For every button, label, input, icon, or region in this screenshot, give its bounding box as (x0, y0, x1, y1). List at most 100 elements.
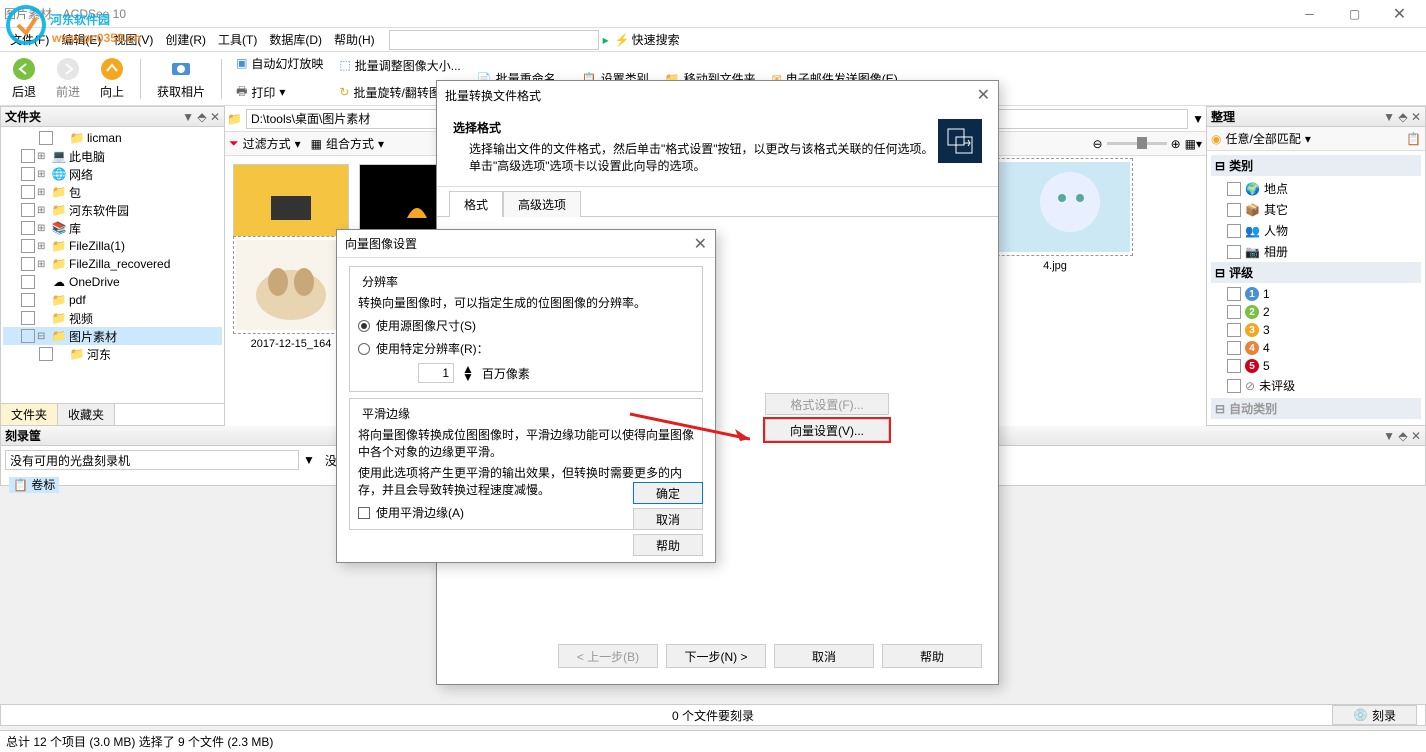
megapixel-input[interactable] (418, 363, 454, 383)
tree-item-11[interactable]: ⊟📁图片素材 (3, 327, 222, 345)
tree-item-7[interactable]: ⊞📁FileZilla_recovered (3, 255, 222, 273)
vector-cancel-button[interactable]: 取消 (633, 508, 703, 530)
cat-unrated[interactable]: ⊘未评级 (1211, 375, 1421, 396)
tree-item-12[interactable]: 📁河东 (3, 345, 222, 363)
burn-label-tag[interactable]: 📋 卷标 (9, 477, 59, 493)
tree-item-6[interactable]: ⊞📁FileZilla(1) (3, 237, 222, 255)
group-mode[interactable]: 组合方式 (326, 135, 374, 152)
format-settings-button: 格式设置(F)... (765, 393, 889, 415)
folder-panel: 文件夹 ▼ ⬘ ✕ 📁licman⊞💻此电脑⊞🌐网络⊞📁包⊞📁河东软件园⊞📚库⊞… (0, 106, 225, 426)
radio-use-specific[interactable]: 使用特定分辨率(R)： (358, 340, 694, 357)
svg-text:河东软件园: 河东软件园 (49, 12, 110, 27)
burn-button[interactable]: 💿刻录 (1332, 705, 1417, 725)
tree-item-9[interactable]: 📁pdf (3, 291, 222, 309)
panel-pin-icon[interactable]: ▼ ⬘ ✕ (182, 110, 220, 124)
menu-search-input[interactable] (389, 30, 599, 50)
batch-wizard-icon (938, 119, 982, 163)
menu-database[interactable]: 数据库(D) (263, 31, 328, 48)
batch-dialog-title: 批量转换文件格式 (445, 87, 541, 104)
batch-resize-button[interactable]: ⬚批量调整图像大小... (333, 55, 466, 76)
burn-status-text: 0 个文件要刻录 (672, 707, 754, 724)
tree-item-3[interactable]: ⊞📁包 (3, 183, 222, 201)
status-bar: 总计 12 个项目 (3.0 MB) 选择了 9 个文件 (2.3 MB) (0, 730, 1426, 752)
next-button[interactable]: 下一步(N) > (666, 644, 766, 668)
rating-item-4[interactable]: 44 (1211, 339, 1421, 357)
thumb-image-puppy[interactable]: 2017-12-15_164 (233, 236, 349, 350)
resolution-desc: 转换向量图像时，可以指定生成的位图图像的分辨率。 (358, 294, 694, 311)
tree-item-8[interactable]: ☁OneDrive (3, 273, 222, 291)
match-mode[interactable]: 任意/全部匹配 (1225, 130, 1300, 147)
batch-header-desc2: 单击"高级选项"选项卡以设置此向导的选项。 (453, 157, 938, 174)
menu-tools[interactable]: 工具(T) (212, 31, 263, 48)
rating-item-3[interactable]: 33 (1211, 321, 1421, 339)
tree-item-10[interactable]: 📁视频 (3, 309, 222, 327)
print-button[interactable]: 🖶打印 ▾ (230, 80, 329, 105)
category-item-3[interactable]: 📷相册 (1211, 241, 1421, 262)
tree-item-0[interactable]: 📁licman (3, 129, 222, 147)
view-mode-icon[interactable]: ▦▾ (1185, 137, 1202, 151)
title-bar: 图片素材 - ACDSee 10 ─ ▢ ✕ (0, 0, 1426, 28)
minimize-button[interactable]: ─ (1287, 0, 1332, 28)
tree-item-2[interactable]: ⊞🌐网络 (3, 165, 222, 183)
group-icon: ▦ (311, 137, 322, 151)
tab-advanced[interactable]: 高级选项 (503, 191, 581, 217)
category-item-2[interactable]: 👥人物 (1211, 220, 1421, 241)
filter-icon: ⏷ (229, 136, 239, 151)
tab-favorites[interactable]: 收藏夹 (58, 404, 115, 425)
zoom-slider[interactable]: ⊖ ⊕ ▦▾ (1093, 137, 1203, 151)
tree-item-5[interactable]: ⊞📚库 (3, 219, 222, 237)
up-button[interactable]: 向上 (92, 55, 132, 102)
red-arrow-annotation (620, 394, 750, 444)
burn-status-bar: 0 个文件要刻录 💿刻录 (0, 704, 1426, 726)
rating-item-1[interactable]: 11 (1211, 285, 1421, 303)
path-folder-icon: 📁 (227, 112, 242, 126)
back-button[interactable]: 后退 (4, 55, 44, 102)
vector-ok-button[interactable]: 确定 (633, 482, 703, 504)
batch-close-button[interactable]: ✕ (977, 85, 990, 105)
watermark: 河东软件园 www.pc0359.cn (0, 0, 200, 60)
forward-button[interactable]: 前进 (48, 55, 88, 102)
tab-format[interactable]: 格式 (449, 191, 503, 217)
organize-title: 整理 (1211, 108, 1383, 125)
folder-tree[interactable]: 📁licman⊞💻此电脑⊞🌐网络⊞📁包⊞📁河东软件园⊞📚库⊞📁FileZilla… (1, 127, 224, 403)
vector-help-button[interactable]: 帮助 (633, 534, 703, 556)
vector-dialog-title: 向量图像设置 (345, 235, 417, 252)
batch-header-desc1: 选择输出文件的文件格式，然后单击"格式设置"按钮，以更改与该格式关联的任何选项。 (453, 140, 938, 157)
search-go-icon[interactable]: ▸ (603, 33, 609, 47)
cat-group-auto[interactable]: ⊟自动类别 (1211, 398, 1421, 419)
folder-panel-title: 文件夹 (5, 108, 182, 125)
tree-item-1[interactable]: ⊞💻此电脑 (3, 147, 222, 165)
cat-group-category[interactable]: ⊟类别 (1211, 155, 1421, 176)
vector-settings-button[interactable]: 向量设置(V)... (765, 419, 889, 441)
batch-help-button[interactable]: 帮助 (882, 644, 982, 668)
vector-close-button[interactable]: ✕ (694, 234, 707, 254)
close-button[interactable]: ✕ (1377, 0, 1422, 28)
new-category-icon[interactable]: 📋 (1406, 132, 1421, 146)
batch-header-title: 选择格式 (453, 119, 938, 136)
auto-slideshow-button[interactable]: ▣自动幻灯放映 (230, 53, 329, 74)
menu-bar: 文件(F) 编辑(E) 视图(V) 创建(R) 工具(T) 数据库(D) 帮助(… (0, 28, 1426, 52)
cat-group-rating[interactable]: ⊟评级 (1211, 262, 1421, 283)
match-icon: ◉ (1211, 132, 1221, 146)
prev-button: < 上一步(B) (558, 644, 658, 668)
tab-folders[interactable]: 文件夹 (1, 404, 58, 425)
tree-item-4[interactable]: ⊞📁河东软件园 (3, 201, 222, 219)
get-photo-button[interactable]: 获取相片 (149, 55, 213, 102)
category-item-1[interactable]: 📦其它 (1211, 199, 1421, 220)
spin-down[interactable]: ▼ (462, 373, 474, 381)
zoom-out-icon[interactable]: ⊖ (1093, 137, 1103, 151)
menu-help[interactable]: 帮助(H) (328, 31, 381, 48)
maximize-button[interactable]: ▢ (1332, 0, 1377, 28)
rating-item-2[interactable]: 22 (1211, 303, 1421, 321)
batch-cancel-button[interactable]: 取消 (774, 644, 874, 668)
burner-combo[interactable]: 没有可用的光盘刻录机 (5, 450, 299, 470)
thumb-image-4[interactable]: 4.jpg (997, 158, 1113, 272)
path-dropdown-icon[interactable]: ▼ (1192, 112, 1204, 126)
filter-mode[interactable]: 过滤方式 (243, 135, 291, 152)
rating-item-5[interactable]: 55 (1211, 357, 1421, 375)
category-item-0[interactable]: 🌍地点 (1211, 178, 1421, 199)
zoom-in-icon[interactable]: ⊕ (1171, 137, 1181, 151)
quick-search[interactable]: ⚡快速搜索 (615, 31, 680, 48)
megapixel-label: 百万像素 (482, 365, 530, 382)
radio-use-source[interactable]: 使用源图像尺寸(S) (358, 317, 694, 334)
